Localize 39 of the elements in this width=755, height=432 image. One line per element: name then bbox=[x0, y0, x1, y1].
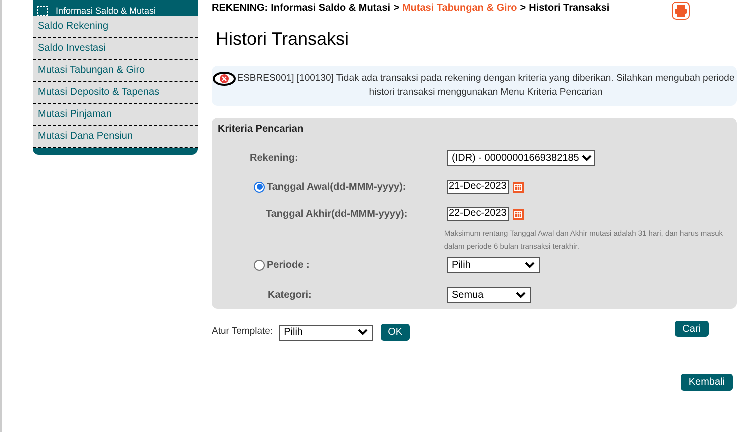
sidebar-item[interactable]: Mutasi Deposito & Tapenas bbox=[33, 82, 198, 104]
back-button[interactable]: Kembali bbox=[680, 374, 733, 391]
account-select[interactable]: (IDR) - 00000001669382185 bbox=[447, 150, 595, 166]
page-title: Histori Transaksi bbox=[216, 28, 350, 50]
sidebar-item[interactable]: Saldo Rekening bbox=[33, 16, 198, 38]
breadcrumb-text: > bbox=[520, 2, 526, 16]
template-select[interactable]: Pilih bbox=[279, 324, 374, 340]
field-label: Tanggal Awal(dd-MMM-yyyy): bbox=[267, 180, 406, 194]
category-select[interactable]: Semua bbox=[447, 287, 531, 303]
field-label: Rekening: bbox=[249, 152, 300, 166]
search-button[interactable]: Cari bbox=[674, 321, 709, 337]
date-field[interactable]: 22-Dec-2023 bbox=[447, 207, 509, 221]
chevron-down-icon bbox=[582, 154, 592, 162]
period-select[interactable]: Pilih bbox=[447, 257, 540, 273]
chevron-down-icon bbox=[516, 292, 526, 298]
date-field[interactable]: 21-Dec-2023 bbox=[447, 180, 509, 194]
error-icon bbox=[213, 72, 236, 86]
chevron-down-icon bbox=[358, 329, 368, 336]
radio-button[interactable] bbox=[254, 260, 265, 270]
breadcrumb-text: REKENING: bbox=[212, 2, 268, 16]
error-message: ESBRES001] [100130] Tidak ada transaksi pada rekening dengan kriteria yang diberikan. Silahkan mengubah periode histori transaksi menggunakan Menu Kriteria Pencarian bbox=[236, 72, 736, 100]
sidebar-item[interactable]: Mutasi Tabungan & Giro bbox=[33, 60, 198, 82]
panel-title: Kriteria Pencarian bbox=[218, 124, 305, 136]
field-label: Tanggal Akhir(dd-MMM-yyyy): bbox=[265, 208, 409, 222]
document-icon bbox=[37, 6, 48, 16]
field-label: Kategori: bbox=[267, 288, 313, 302]
sidebar-header: Informasi Saldo & Mutasi bbox=[33, 0, 198, 16]
breadcrumb-text: Histori Transaksi bbox=[529, 2, 610, 16]
sidebar-item[interactable]: Mutasi Pinjaman bbox=[33, 104, 198, 126]
chevron-down-icon bbox=[525, 262, 535, 268]
radio-button[interactable] bbox=[254, 182, 265, 192]
calendar-icon[interactable] bbox=[512, 182, 524, 192]
ok-button[interactable]: OK bbox=[381, 324, 410, 341]
sidebar-item[interactable]: Saldo Investasi bbox=[33, 38, 198, 60]
template-label: Atur Template: bbox=[212, 325, 274, 340]
field-label: Periode : bbox=[267, 258, 310, 272]
breadcrumb-text: > bbox=[394, 2, 400, 16]
calendar-icon[interactable] bbox=[512, 208, 524, 220]
breadcrumb-text: Informasi Saldo & Mutasi bbox=[271, 2, 391, 16]
